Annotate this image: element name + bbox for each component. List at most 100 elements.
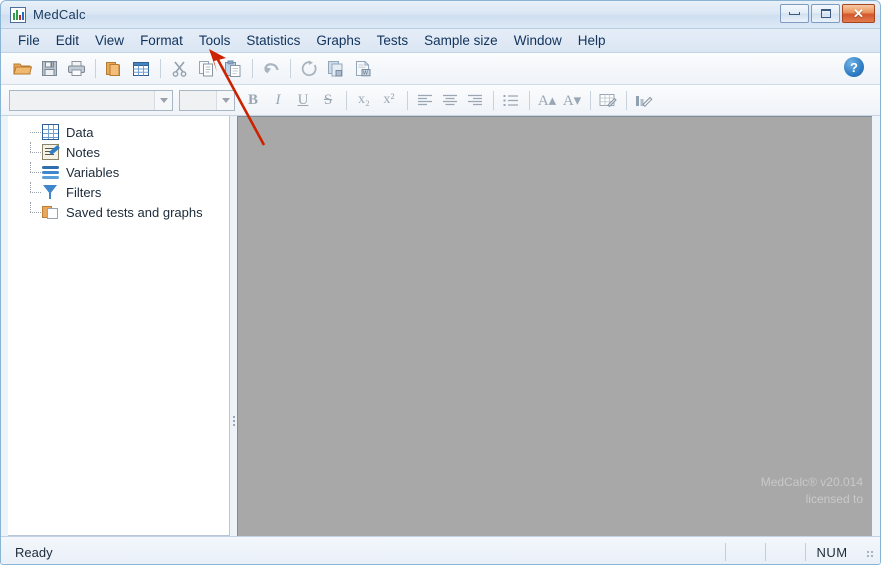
chevron-down-icon[interactable] [154,90,172,110]
sidebar-item-saved-tests-and-graphs[interactable]: Saved tests and graphs [8,202,229,222]
align-center-button[interactable] [438,89,462,111]
sidebar-item-notes[interactable]: Notes [8,142,229,162]
save-icon [41,61,57,76]
font-name-select[interactable] [9,89,173,111]
maximize-icon [820,9,831,18]
help-button[interactable]: ? [844,57,864,77]
duplicate-pages-button[interactable] [101,57,127,81]
menu-tests[interactable]: Tests [369,31,417,50]
print-button[interactable] [63,57,89,81]
stacked-layers-icon [42,164,59,180]
notepad-pencil-icon [42,144,59,160]
menu-statistics[interactable]: Statistics [238,31,308,50]
decrease-font-button[interactable]: A▾ [560,89,584,111]
spreadsheet-button[interactable] [128,57,154,81]
project-tree-panel: Data Notes Variables Filters Saved tests… [8,116,230,536]
open-folder-button[interactable] [9,57,35,81]
copy-button[interactable] [193,57,219,81]
maximize-button[interactable] [811,4,840,23]
subscript-button[interactable]: x₂ [352,89,376,111]
menu-sample-size[interactable]: Sample size [416,31,506,50]
copy-icon [198,61,213,77]
export-word-icon: W [355,61,370,77]
cut-scissors-icon [172,61,186,77]
status-pane-2 [765,543,805,561]
refresh-button[interactable] [296,57,322,81]
undo-icon [264,63,279,74]
tree-connector [30,202,31,212]
tree-connector [30,182,31,192]
sidebar-item-data[interactable]: Data [8,122,229,142]
align-left-button[interactable] [413,89,437,111]
mdi-workspace: MedCalc® v20.014 licensed to [237,116,872,536]
print-icon [67,61,85,76]
toolbar-separator [252,59,253,78]
undo-button[interactable] [258,57,284,81]
window-title: MedCalc [33,7,86,22]
minimize-button[interactable] [780,4,809,23]
refresh-icon [301,60,317,76]
funnel-icon [42,184,59,200]
sidebar-item-label: Variables [66,164,120,180]
chart-edit-button[interactable] [632,89,656,111]
superscript-button[interactable]: x² [377,89,401,111]
bullet-list-button[interactable] [499,89,523,111]
menu-edit[interactable]: Edit [48,31,87,50]
workspace-watermark: MedCalc® v20.014 licensed to [761,474,863,508]
toolbar-separator [160,59,161,78]
increase-font-button[interactable]: A▴ [535,89,559,111]
status-bar: Ready NUM [1,536,880,564]
export-word-button[interactable]: W [350,57,376,81]
body-area: Data Notes Variables Filters Saved tests… [1,116,880,536]
menu-help[interactable]: Help [570,31,614,50]
folders-icon [42,204,59,220]
medcalc-main-window: MedCalc ✕ File Edit View Format Tools St… [0,0,881,565]
sidebar-item-variables[interactable]: Variables [8,162,229,182]
align-center-icon [443,94,457,105]
align-right-button[interactable] [463,89,487,111]
status-num-indicator: NUM [805,543,858,561]
toolbar-separator [626,90,627,110]
tree-connector [30,212,41,213]
font-size-select[interactable] [179,89,235,111]
window-controls: ✕ [780,4,875,23]
menu-file[interactable]: File [10,31,48,50]
menu-window[interactable]: Window [506,31,570,50]
underline-button[interactable]: U [291,89,315,111]
sidebar-item-label: Filters [66,184,102,200]
table-edit-button[interactable] [596,89,620,111]
align-left-icon [418,94,432,105]
status-message: Ready [15,544,53,560]
italic-button[interactable]: I [266,89,290,111]
tree-connector [30,132,41,133]
copy-to-file-button[interactable] [323,57,349,81]
menu-tools[interactable]: Tools [191,31,239,50]
save-button[interactable] [36,57,62,81]
bold-button[interactable]: B [241,89,265,111]
watermark-version: MedCalc® v20.014 [760,475,863,489]
resize-grip[interactable] [860,544,876,560]
toolbar-separator [590,90,591,110]
open-folder-icon [12,63,32,75]
chevron-down-icon[interactable] [216,90,234,110]
tree-connector [30,192,41,193]
watermark-license: licensed to [805,492,863,506]
splitter-grip[interactable] [233,416,235,418]
paste-button[interactable] [220,57,246,81]
close-button[interactable]: ✕ [842,4,875,23]
tree-connector [30,152,41,153]
sidebar-item-filters[interactable]: Filters [8,182,229,202]
toolbar-separator [407,90,408,110]
tree-connector [30,162,31,172]
sidebar-item-label: Notes [66,144,100,160]
strikethrough-button[interactable]: S [316,89,340,111]
title-bar: MedCalc ✕ [1,1,880,29]
svg-text:W: W [363,71,368,77]
menu-graphs[interactable]: Graphs [308,31,368,50]
panel-splitter[interactable] [230,116,237,536]
menu-format[interactable]: Format [132,31,191,50]
menu-view[interactable]: View [87,31,132,50]
toolbar-separator [493,90,494,110]
duplicate-pages-icon [106,62,120,76]
cut-button[interactable] [166,57,192,81]
